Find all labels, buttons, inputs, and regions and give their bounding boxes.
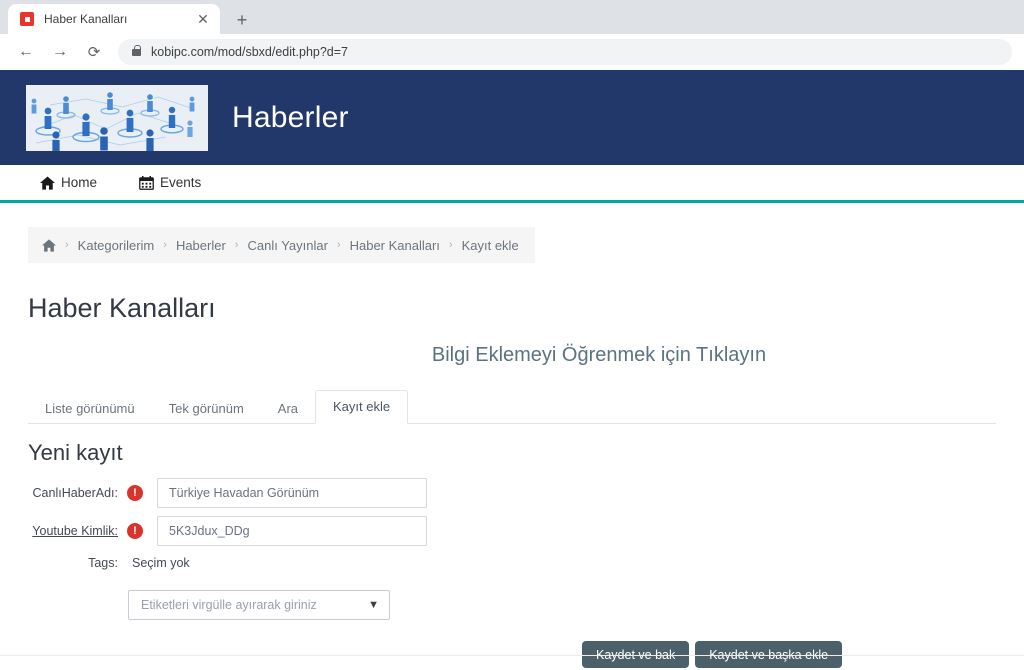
form-row-canli-haber-adi: CanlıHaberAdı: ! (28, 478, 1024, 508)
nav-item-home[interactable]: Home (40, 175, 97, 190)
browser-toolbar: ← → ⟳ kobipc.com/mod/sbxd/edit.php?d=7 (0, 34, 1024, 70)
canli-haber-adi-input[interactable] (157, 478, 427, 508)
site-nav: Home Events (0, 165, 1024, 203)
chevron-down-icon: ▼ (368, 599, 379, 611)
form-title: Yeni kayıt (28, 440, 123, 465)
breadcrumb-home-icon[interactable] (42, 238, 56, 252)
required-icon: ! (127, 485, 143, 501)
breadcrumb-item-kategorilerim[interactable]: Kategorilerim (78, 238, 155, 253)
browser-chrome: Haber Kanalları ✕ + ← → ⟳ kobipc.com/mod… (0, 0, 1024, 70)
address-bar[interactable]: kobipc.com/mod/sbxd/edit.php?d=7 (118, 39, 1012, 65)
tab-liste-gorunumu[interactable]: Liste görünümü (28, 393, 152, 424)
nav-item-label: Home (61, 175, 98, 190)
breadcrumb-item-haber-kanallari[interactable]: Haber Kanalları (350, 238, 440, 253)
field-label-canli-haber-adi: CanlıHaberAdı: (32, 486, 118, 500)
required-icon: ! (127, 523, 143, 539)
breadcrumb: › Kategorilerim › Haberler › Canlı Yayın… (28, 227, 535, 263)
address-bar-url: kobipc.com/mod/sbxd/edit.php?d=7 (151, 45, 348, 59)
breadcrumb-separator: › (336, 239, 341, 251)
breadcrumb-item-haberler[interactable]: Haberler (176, 238, 226, 253)
field-label-tags: Tags: (88, 556, 118, 570)
calendar-icon (139, 175, 154, 190)
new-tab-button[interactable]: + (228, 6, 256, 34)
breadcrumb-item-canli-yayinlar[interactable]: Canlı Yayınlar (247, 238, 327, 253)
lock-icon (132, 44, 141, 56)
forward-icon[interactable]: → (46, 38, 74, 66)
site-logo (26, 84, 208, 151)
nav-item-label: Events (160, 175, 202, 190)
footer-divider (0, 655, 1024, 656)
page-content: › Kategorilerim › Haberler › Canlı Yayın… (0, 203, 1024, 668)
page-title: Haber Kanalları (28, 293, 216, 323)
tags-select-placeholder: Etiketleri virgülle ayırarak giriniz (141, 598, 317, 612)
browser-tabstrip: Haber Kanalları ✕ + (0, 4, 1024, 34)
breadcrumb-separator: › (163, 239, 167, 251)
breadcrumb-item-kayit-ekle[interactable]: Kayıt ekle (462, 238, 519, 253)
breadcrumb-separator: › (65, 239, 69, 251)
breadcrumb-separator: › (448, 239, 453, 251)
promo-heading[interactable]: Bilgi Eklemeyi Öğrenmek için Tıklayın (0, 344, 1024, 367)
tab-kayit-ekle[interactable]: Kayıt ekle (315, 390, 409, 424)
tags-selected-value: Seçim yok (132, 556, 190, 570)
new-record-form: CanlıHaberAdı: ! Youtube Kimlik: ! Tags:… (28, 478, 1024, 668)
back-icon[interactable]: ← (12, 38, 40, 66)
form-row-tags: Tags: Seçim yok (28, 556, 1024, 570)
youtube-kimlik-input[interactable] (157, 516, 427, 546)
close-icon[interactable]: ✕ (194, 10, 212, 28)
home-icon (40, 175, 55, 190)
form-row-youtube-kimlik: Youtube Kimlik: ! (28, 516, 1024, 546)
tags-select-row: Etiketleri virgülle ayırarak giriniz ▼ (28, 590, 1024, 620)
breadcrumb-separator: › (234, 239, 239, 251)
favicon-icon (20, 12, 34, 26)
browser-tab-title: Haber Kanalları (44, 12, 128, 26)
site-header: Haberler (0, 70, 1024, 165)
nav-item-events[interactable]: Events (139, 175, 201, 190)
view-tabs: Liste görünümü Tek görünüm Ara Kayıt ekl… (28, 390, 996, 424)
reload-icon[interactable]: ⟳ (80, 38, 108, 66)
field-label-youtube-kimlik[interactable]: Youtube Kimlik: (28, 524, 118, 538)
site-title: Haberler (232, 100, 349, 134)
tab-ara[interactable]: Ara (261, 393, 315, 424)
tags-select[interactable]: Etiketleri virgülle ayırarak giriniz ▼ (128, 590, 390, 620)
browser-tab[interactable]: Haber Kanalları ✕ (8, 4, 220, 34)
tab-tek-gorunum[interactable]: Tek görünüm (152, 393, 261, 424)
